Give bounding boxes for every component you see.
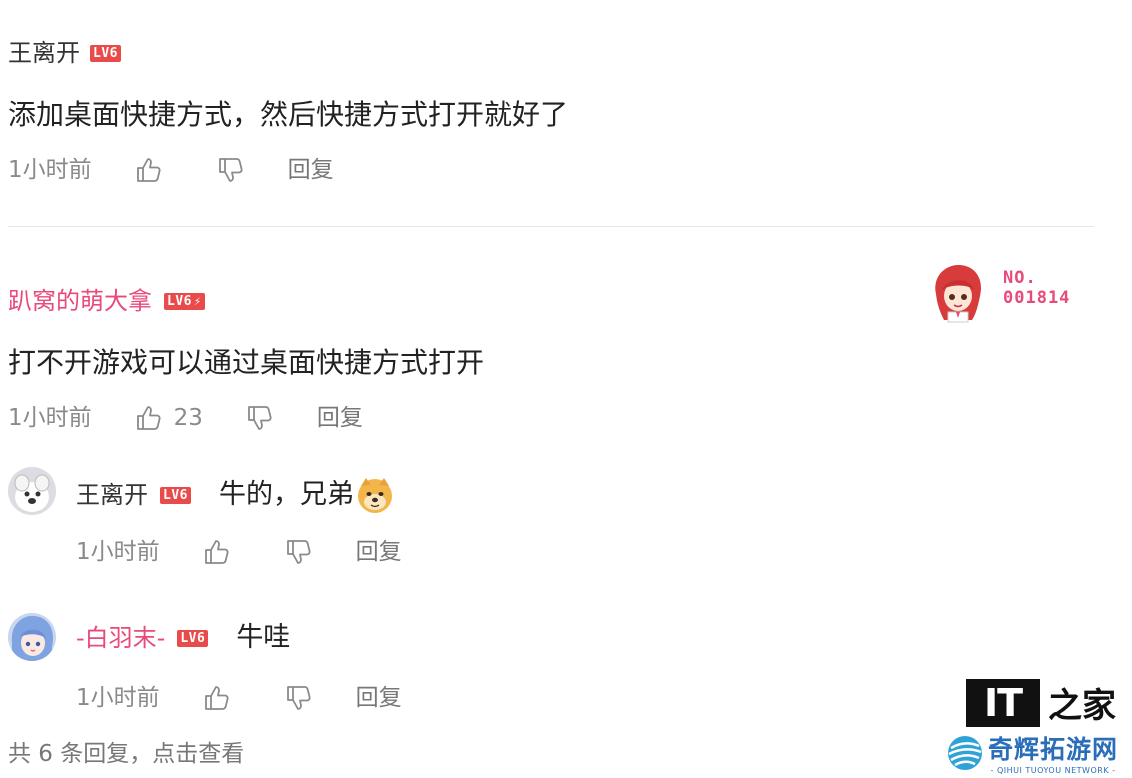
thumbs-down-icon[interactable] [284,683,314,713]
anime-character-badge [926,260,990,324]
comment-actions: 1小时前 23 回复 [8,403,363,433]
it-logo-cn: 之家 [1048,686,1116,726]
timestamp: 1小时前 [8,157,92,183]
reply-text: 牛的，兄弟 [218,479,354,510]
level-badge-text: LV6 [167,293,192,309]
number-value: 001814 [1003,288,1071,308]
reply-2-header: -白羽末- LV6 牛哇 [76,621,290,655]
avatar[interactable] [8,467,56,515]
thumbs-down-icon[interactable] [245,403,275,433]
level-badge: LV6 [90,44,121,62]
level-badge: LV6 [160,486,191,504]
timestamp: 1小时前 [76,685,160,711]
level-badge: LV6 [177,629,209,647]
like-count: 23 [173,405,203,431]
doge-emoji-icon [356,476,394,514]
username[interactable]: 王离开 [8,38,80,68]
reply-button[interactable]: 回复 [356,683,402,713]
number-label: NO. [1003,268,1037,288]
reply-actions: 1小时前 回复 [76,683,402,713]
comment-2-header: 趴窝的萌大拿 LV6 ⚡ [8,286,205,316]
site-watermark: 奇辉拓游网 - QIHUI TUOYOU NETWORK - [946,730,1118,775]
comment-text: 添加桌面快捷方式，然后快捷方式打开就好了 [8,98,569,131]
lightning-icon: ⚡ [193,293,202,308]
comment-divider [8,226,1094,227]
reply-text: 牛哇 [236,622,291,653]
site-name-en: - QIHUI TUOYOU NETWORK - [990,766,1116,775]
reply-1-header: 王离开 LV6 牛的，兄弟 [76,476,394,514]
avatar[interactable] [8,613,56,661]
username[interactable]: 王离开 [76,480,148,510]
view-more-replies-link[interactable]: 共 6 条回复，点击查看 [8,739,244,769]
timestamp: 1小时前 [8,405,92,431]
username[interactable]: -白羽末- [76,623,165,653]
member-number-badge: NO. 001814 [1003,268,1070,308]
timestamp: 1小时前 [76,539,160,565]
it-logo-text: IT [966,678,1040,727]
comment-1-header: 王离开 LV6 [8,38,121,68]
thumbs-up-icon[interactable] [134,155,164,185]
thumbs-up-icon[interactable] [202,537,232,567]
reply-button[interactable]: 回复 [317,403,363,433]
reply-button[interactable]: 回复 [288,155,334,185]
username[interactable]: 趴窝的萌大拿 [8,286,152,316]
reply-actions: 1小时前 回复 [76,537,402,567]
level-badge: LV6 ⚡ [164,292,205,310]
reply-button[interactable]: 回复 [356,537,402,567]
globe-icon [946,734,984,772]
thumbs-up-icon[interactable] [134,403,164,433]
site-name-cn: 奇辉拓游网 [988,735,1119,764]
thumbs-down-icon[interactable] [216,155,246,185]
ithome-watermark-logo: IT 之家 [966,678,1116,727]
thumbs-up-icon[interactable] [202,683,232,713]
comment-actions: 1小时前 回复 [8,155,334,185]
thumbs-down-icon[interactable] [284,537,314,567]
comment-text: 打不开游戏可以通过桌面快捷方式打开 [8,346,485,379]
